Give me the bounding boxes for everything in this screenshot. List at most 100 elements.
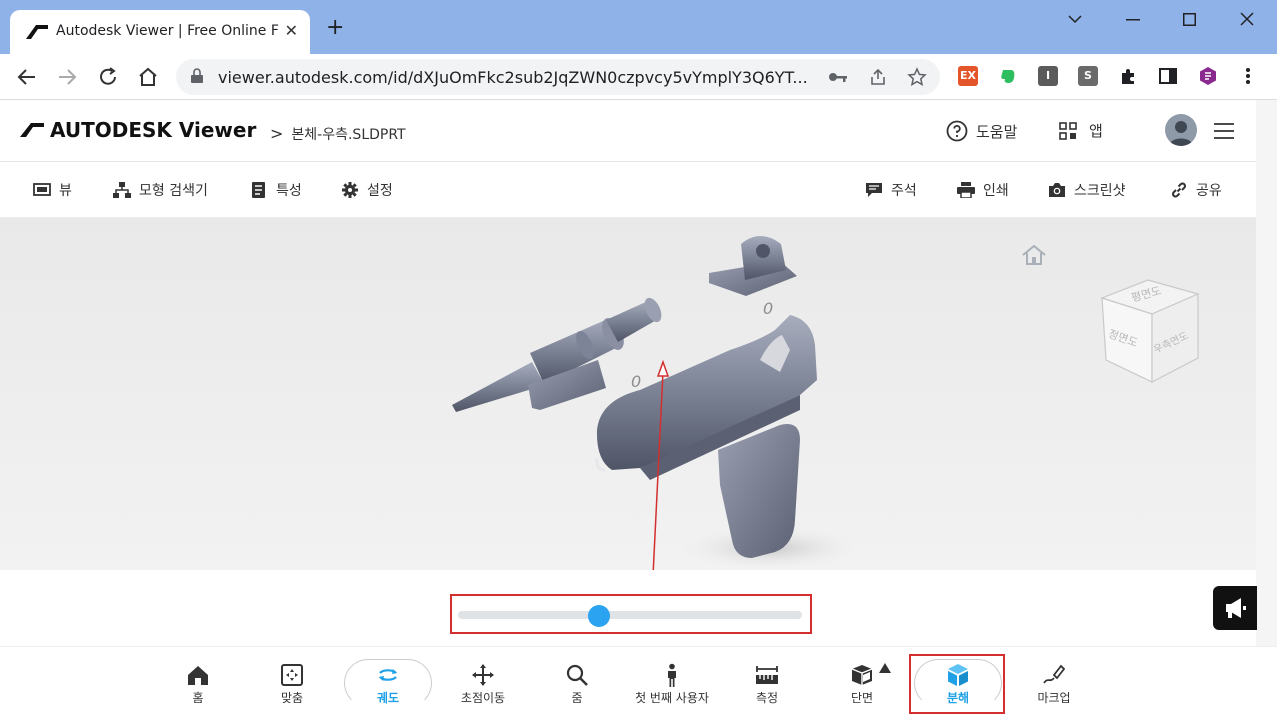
tool-measure[interactable]: 측정 bbox=[727, 647, 807, 719]
printer-icon bbox=[957, 182, 975, 198]
tool-orbit-label: 궤도 bbox=[376, 691, 400, 705]
forward-icon[interactable] bbox=[56, 66, 78, 88]
tool-zoom[interactable]: 줌 bbox=[537, 647, 617, 719]
properties-label: 특성 bbox=[276, 183, 302, 199]
tool-fit[interactable]: 맞춤 bbox=[252, 647, 332, 719]
tool-home-label: 홈 bbox=[192, 691, 204, 705]
tool-pan-label: 초점이동 bbox=[460, 691, 506, 705]
browser-menu-icon[interactable] bbox=[1238, 66, 1258, 86]
orbit-icon bbox=[379, 669, 397, 681]
apps-label: 앱 bbox=[1089, 122, 1103, 140]
3d-viewport[interactable]: 0 0 평면도 정면도 우측면도 bbox=[0, 218, 1256, 570]
explode-slider-highlight bbox=[450, 594, 812, 634]
share-label: 공유 bbox=[1196, 183, 1222, 199]
tool-markup[interactable]: 마크업 bbox=[1014, 647, 1094, 719]
section-flyout-arrow-icon[interactable] bbox=[879, 663, 891, 673]
browser-tab-bar: Autodesk Viewer | Free Online F ✕ + bbox=[0, 0, 1277, 54]
camera-icon bbox=[1049, 183, 1065, 197]
autodesk-logo[interactable]: AUTODESK Viewer bbox=[20, 118, 256, 142]
person-icon bbox=[668, 663, 676, 687]
new-tab-button[interactable]: + bbox=[326, 17, 344, 39]
breadcrumb-file[interactable]: 본체-우측.SLDPRT bbox=[291, 127, 405, 143]
section-cube-icon bbox=[851, 665, 873, 685]
exploded-model[interactable]: 0 0 bbox=[0, 218, 1256, 570]
tab-title: Autodesk Viewer | Free Online F bbox=[56, 23, 279, 39]
help-icon bbox=[946, 120, 968, 142]
ex-extension-icon[interactable]: EX bbox=[958, 66, 978, 86]
tool-pan[interactable]: 초점이동 bbox=[443, 647, 523, 719]
part-label-2: 0 bbox=[763, 299, 773, 318]
comment-icon bbox=[866, 183, 882, 197]
tab-close-icon[interactable]: ✕ bbox=[285, 21, 298, 40]
key-icon[interactable] bbox=[828, 70, 848, 84]
help-button[interactable]: 도움말 bbox=[946, 120, 1017, 142]
tool-fit-label: 맞춤 bbox=[280, 691, 304, 705]
bottom-toolbar: 홈 맞춤 궤도 초점이동 줌 첫 번째 사용자 측정 단면 분해 마크업 bbox=[0, 646, 1277, 720]
model-browser-label: 모형 검색기 bbox=[139, 183, 208, 199]
breadcrumb-chevron-icon: > bbox=[270, 124, 284, 143]
hamburger-menu-icon[interactable] bbox=[1213, 122, 1235, 140]
properties-icon bbox=[252, 182, 265, 198]
page-scrollbar[interactable] bbox=[1256, 100, 1277, 720]
viewcube[interactable]: 평면도 정면도 우측면도 bbox=[1098, 272, 1202, 384]
view-label: 뷰 bbox=[59, 183, 72, 199]
view-icon bbox=[33, 183, 51, 196]
part-label-1: 0 bbox=[631, 372, 641, 391]
tool-home[interactable]: 홈 bbox=[158, 647, 238, 719]
tool-markup-label: 마크업 bbox=[1037, 691, 1071, 705]
app-header: AUTODESK Viewer > 본체-우측.SLDPRT 도움말 앱 bbox=[0, 100, 1277, 162]
user-avatar[interactable] bbox=[1165, 114, 1197, 146]
feedback-button[interactable] bbox=[1213, 586, 1257, 630]
body-part[interactable] bbox=[595, 315, 817, 558]
properties-button[interactable]: 특성 bbox=[250, 180, 302, 200]
window-close-icon[interactable] bbox=[1240, 12, 1254, 26]
tab-search-chevron-icon[interactable] bbox=[1068, 14, 1082, 24]
explode-slider-thumb[interactable] bbox=[588, 605, 611, 627]
share-page-icon[interactable] bbox=[869, 68, 887, 86]
tool-orbit[interactable]: 궤도 bbox=[348, 647, 428, 719]
reload-icon[interactable] bbox=[97, 66, 119, 88]
logo-text: AUTODESK Viewer bbox=[50, 118, 257, 142]
home-browser-icon[interactable] bbox=[137, 66, 159, 88]
pan-icon bbox=[472, 664, 494, 686]
viewcube-home-icon[interactable] bbox=[1020, 244, 1048, 266]
help-label: 도움말 bbox=[976, 123, 1018, 141]
share-button[interactable]: 공유 bbox=[1170, 180, 1222, 200]
screenshot-button[interactable]: 스크린샷 bbox=[1048, 180, 1126, 200]
link-icon bbox=[1172, 182, 1186, 198]
viewer-toolbar: 뷰 모형 검색기 특성 설정 주석 인쇄 스크린샷 공유 bbox=[0, 162, 1277, 218]
settings-button[interactable]: 설정 bbox=[341, 180, 393, 200]
gear-icon bbox=[342, 182, 358, 198]
minimize-icon[interactable] bbox=[1126, 19, 1140, 21]
back-icon[interactable] bbox=[16, 66, 38, 88]
zoom-icon bbox=[566, 664, 588, 686]
screenshot-label: 스크린샷 bbox=[1074, 183, 1126, 199]
apps-button[interactable]: 앱 bbox=[1059, 120, 1103, 141]
address-bar[interactable]: viewer.autodesk.com/id/dXJuOmFkc2sub2JqZ… bbox=[176, 59, 940, 95]
maximize-icon[interactable] bbox=[1183, 13, 1196, 26]
evernote-extension-icon[interactable] bbox=[998, 66, 1018, 86]
side-panel-icon[interactable] bbox=[1158, 66, 1178, 86]
s-extension-icon[interactable]: S bbox=[1078, 66, 1098, 86]
print-label: 인쇄 bbox=[983, 183, 1009, 199]
comments-button[interactable]: 주석 bbox=[865, 180, 917, 200]
megaphone-icon bbox=[1226, 598, 1246, 618]
explode-slider-track[interactable] bbox=[458, 611, 802, 619]
apps-grid-icon bbox=[1059, 122, 1077, 140]
clip-part[interactable] bbox=[709, 236, 797, 296]
url-text: viewer.autodesk.com/id/dXJuOmFkc2sub2JqZ… bbox=[218, 68, 808, 87]
model-browser-button[interactable]: 모형 검색기 bbox=[113, 180, 208, 200]
markup-pen-icon bbox=[1043, 664, 1066, 684]
view-button[interactable]: 뷰 bbox=[33, 180, 72, 200]
extensions-puzzle-icon[interactable] bbox=[1118, 66, 1138, 86]
i-extension-icon[interactable]: I bbox=[1038, 66, 1058, 86]
tool-first-person[interactable]: 첫 번째 사용자 bbox=[632, 647, 712, 719]
model-browser-icon bbox=[113, 182, 131, 198]
tool-measure-label: 측정 bbox=[755, 691, 779, 705]
profile-extension-icon[interactable] bbox=[1198, 66, 1218, 86]
bookmark-star-icon[interactable] bbox=[907, 67, 927, 87]
browser-tab[interactable]: Autodesk Viewer | Free Online F ✕ bbox=[10, 10, 310, 54]
tool-section[interactable]: 단면 bbox=[822, 647, 902, 719]
print-button[interactable]: 인쇄 bbox=[957, 180, 1009, 200]
user-avatar-icon bbox=[1169, 121, 1193, 146]
